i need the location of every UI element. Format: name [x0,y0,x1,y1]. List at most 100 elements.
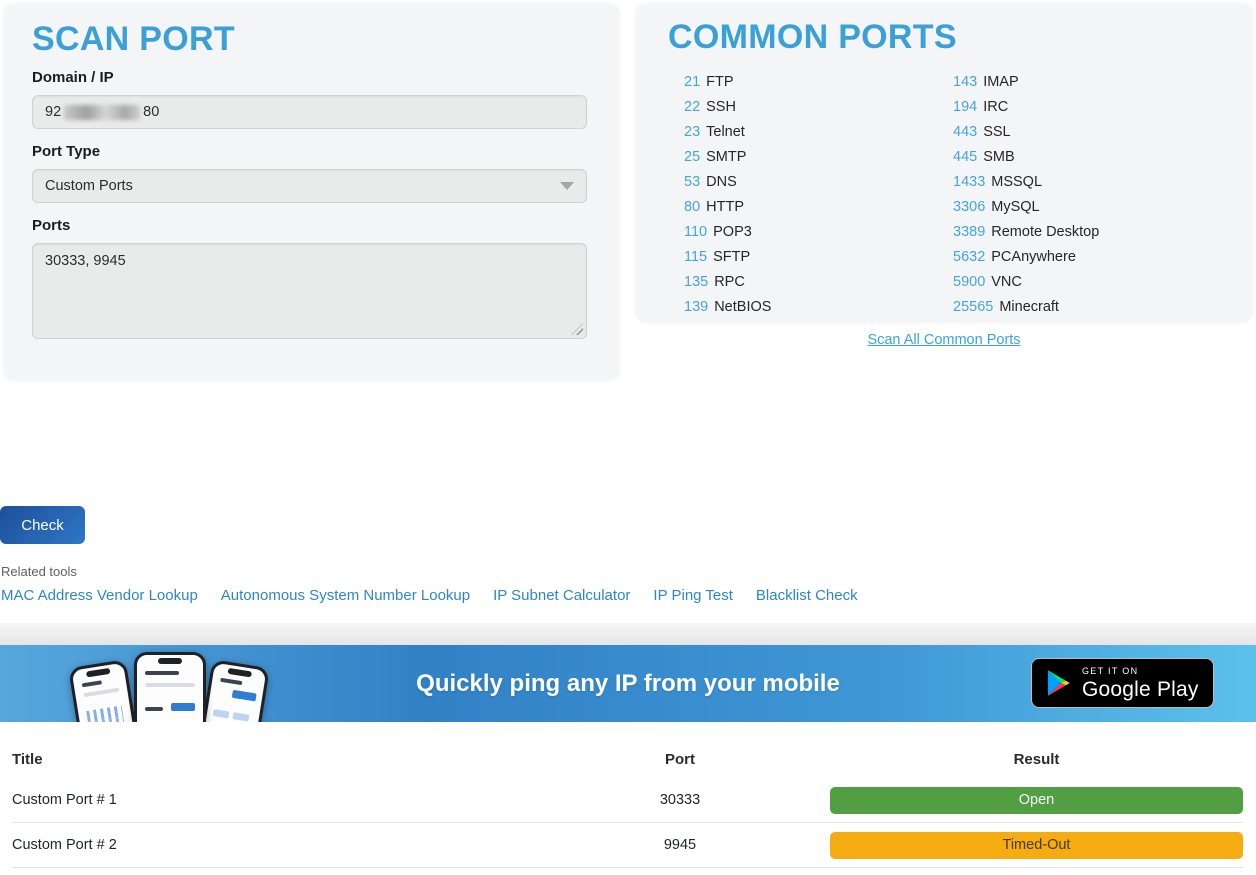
common-port-item: 135 RPC [684,269,953,294]
port-name-label: Telnet [706,124,745,140]
google-play-badge[interactable]: GET IT ON Google Play [1031,658,1214,708]
port-name-label: FTP [706,74,733,90]
row-port-cell: 9945 [580,837,780,853]
common-port-item: 80 HTTP [684,194,953,219]
port-type-select[interactable]: Custom Ports [32,169,587,203]
common-port-item: 194 IRC [953,94,1252,119]
related-tools-links: MAC Address Vendor Lookup Autonomous Sys… [1,587,858,604]
google-play-icon [1044,669,1072,697]
port-name-label: HTTP [706,199,744,215]
common-port-item: 22 SSH [684,94,953,119]
port-number-link[interactable]: 445 [953,149,977,165]
row-title-cell: Custom Port # 2 [12,837,580,853]
results-table-body: Custom Port # 1 30333 Open Custom Port #… [12,778,1243,868]
header-title: Title [12,751,580,768]
port-number-link[interactable]: 25 [684,149,700,165]
port-number-link[interactable]: 3306 [953,199,985,215]
port-number-link[interactable]: 5632 [953,249,985,265]
check-button[interactable]: Check [0,506,85,544]
common-port-item: 25 SMTP [684,144,953,169]
common-port-item: 443 SSL [953,119,1252,144]
common-port-item: 53 DNS [684,169,953,194]
port-number-link[interactable]: 443 [953,124,977,140]
common-port-item: 445 SMB [953,144,1252,169]
related-tool-link[interactable]: Autonomous System Number Lookup [221,587,470,604]
row-result-cell: Timed-Out [780,832,1243,859]
port-number-link[interactable]: 53 [684,174,700,190]
common-port-item: 3389 Remote Desktop [953,219,1252,244]
common-port-item: 5632 PCAnywhere [953,244,1252,269]
port-name-label: NetBIOS [714,299,771,315]
scan-port-title: SCAN PORT [32,20,587,59]
port-number-link[interactable]: 139 [684,299,708,315]
related-tool-link[interactable]: Blacklist Check [756,587,858,604]
common-port-item: 25565 Minecraft [953,294,1252,319]
port-number-link[interactable]: 5900 [953,274,985,290]
port-number-link[interactable]: 25565 [953,299,993,315]
related-tools-label: Related tools [1,564,77,579]
port-number-link[interactable]: 23 [684,124,700,140]
common-ports-column-2: 143 IMAP 194 IRC 443 SSL 445 [953,69,1252,319]
mobile-app-banner: Quickly ping any IP from your mobile GET… [0,645,1256,722]
status-badge: Open [830,787,1243,814]
domain-ip-value-suffix: 80 [143,104,159,120]
page: SCAN PORT Domain / IP 9280 Port Type Cus… [0,0,1256,875]
port-type-label: Port Type [32,143,587,160]
table-row: Custom Port # 1 30333 Open [12,778,1243,823]
ports-textarea[interactable]: 30333, 9945 [32,243,587,339]
scan-port-panel: SCAN PORT Domain / IP 9280 Port Type Cus… [4,4,619,380]
google-play-get-it-on-text: GET IT ON [1082,667,1199,676]
common-port-item: 23 Telnet [684,119,953,144]
banner-top-shadow-band [0,623,1256,645]
port-name-label: SMB [983,149,1014,165]
port-number-link[interactable]: 21 [684,74,700,90]
port-name-label: SMTP [706,149,746,165]
row-port-cell: 30333 [580,792,780,808]
port-name-label: IMAP [983,74,1018,90]
google-play-wordmark: Google Play [1082,679,1199,700]
port-number-link[interactable]: 115 [684,249,707,265]
common-port-item: 143 IMAP [953,69,1252,94]
phone-mockup-center [134,652,206,722]
redacted-text-blur [64,105,140,120]
common-ports-title: COMMON PORTS [668,18,1252,57]
common-port-item: 115 SFTP [684,244,953,269]
row-result-cell: Open [780,787,1243,814]
port-number-link[interactable]: 135 [684,274,708,290]
related-tool-link[interactable]: IP Ping Test [653,587,733,604]
results-table-header: Title Port Result [12,740,1243,778]
related-tool-link[interactable]: MAC Address Vendor Lookup [1,587,198,604]
common-port-item: 21 FTP [684,69,953,94]
port-number-link[interactable]: 3389 [953,224,985,240]
common-port-item: 5900 VNC [953,269,1252,294]
ports-label: Ports [32,217,587,234]
port-number-link[interactable]: 110 [684,224,707,240]
port-name-label: DNS [706,174,737,190]
port-number-link[interactable]: 143 [953,74,977,90]
common-ports-grid: 21 FTP 22 SSH 23 Telnet 25 [684,69,1252,319]
port-name-label: MySQL [991,199,1039,215]
results-table: Title Port Result Custom Port # 1 30333 … [12,740,1243,868]
port-number-link[interactable]: 22 [684,99,700,115]
common-port-item: 1433 MSSQL [953,169,1252,194]
scan-all-common-ports-link[interactable]: Scan All Common Ports [867,332,1020,348]
domain-ip-input[interactable]: 9280 [32,95,587,129]
common-port-item: 3306 MySQL [953,194,1252,219]
port-number-link[interactable]: 1433 [953,174,985,190]
common-port-item: 139 NetBIOS [684,294,953,319]
port-name-label: SSL [983,124,1010,140]
port-name-label: MSSQL [991,174,1042,190]
common-ports-column-1: 21 FTP 22 SSH 23 Telnet 25 [684,69,953,319]
table-row: Custom Port # 2 9945 Timed-Out [12,823,1243,868]
port-name-label: Remote Desktop [991,224,1099,240]
common-ports-panel: COMMON PORTS 21 FTP 22 SSH 23 [636,4,1252,322]
common-port-item: 110 POP3 [684,219,953,244]
domain-ip-label: Domain / IP [32,69,587,86]
header-port: Port [580,751,780,768]
port-type-selected-value: Custom Ports [45,178,133,194]
port-number-link[interactable]: 194 [953,99,977,115]
port-number-link[interactable]: 80 [684,199,700,215]
port-name-label: RPC [714,274,745,290]
related-tool-link[interactable]: IP Subnet Calculator [493,587,630,604]
port-name-label: SSH [706,99,736,115]
